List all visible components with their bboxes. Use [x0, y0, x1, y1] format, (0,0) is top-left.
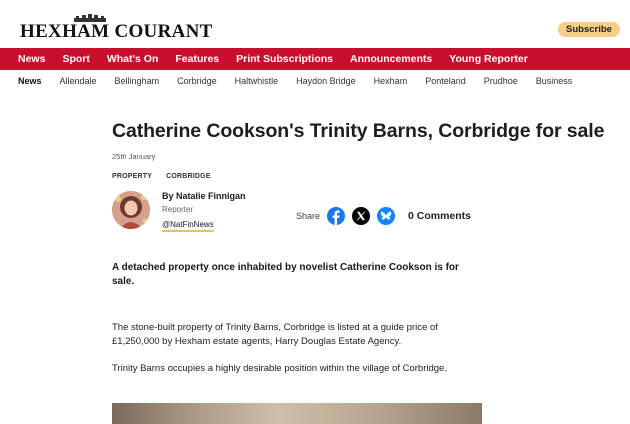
share-label: Share — [296, 211, 321, 221]
author-name[interactable]: By Natalie Finnigan — [162, 191, 246, 201]
article-standfirst: A detached property once inhabited by no… — [112, 262, 459, 287]
article-headline: Catherine Cookson's Trinity Barns, Corbr… — [112, 120, 605, 142]
article-image — [112, 403, 482, 424]
author-photo-icon — [112, 191, 150, 229]
nav-item-sport[interactable]: Sport — [62, 53, 89, 65]
nav-item-whats-on[interactable]: What's On — [107, 53, 159, 65]
nav-item-news[interactable]: News — [18, 53, 45, 65]
author-role: Reporter — [162, 205, 194, 214]
subnav-item-hexham[interactable]: Hexham — [374, 76, 408, 86]
subnav-item-business[interactable]: Business — [536, 76, 573, 86]
tag-property[interactable]: PROPERTY — [112, 173, 152, 180]
main-nav: News Sport What's On Features Print Subs… — [0, 48, 630, 70]
nav-item-announcements[interactable]: Announcements — [350, 53, 432, 65]
x-share-icon[interactable] — [352, 207, 370, 225]
author-twitter-handle[interactable]: @NatFinNews — [162, 220, 214, 232]
masthead-title: HEXHAM COURANT — [20, 21, 213, 42]
site-header: HEXHAM COURANT Subscribe — [0, 0, 630, 47]
facebook-share-icon[interactable] — [327, 207, 345, 225]
sub-nav: News Allendale Bellingham Corbridge Halt… — [0, 70, 630, 92]
tag-corbridge[interactable]: CORBRIDGE — [166, 173, 211, 180]
subnav-item-haltwhistle[interactable]: Haltwhistle — [235, 76, 279, 86]
subnav-item-corbridge[interactable]: Corbridge — [177, 76, 217, 86]
article-paragraph: Trinity Barns occupies a highly desirabl… — [112, 363, 447, 374]
subnav-item-prudhoe[interactable]: Prudhoe — [484, 76, 518, 86]
subnav-item-news[interactable]: News — [18, 76, 42, 86]
article-tags: PROPERTY CORBRIDGE — [112, 173, 225, 180]
article-paragraph: The stone-built property of Trinity Barn… — [112, 322, 438, 347]
nav-item-features[interactable]: Features — [175, 53, 219, 65]
subnav-item-haydon-bridge[interactable]: Haydon Bridge — [296, 76, 356, 86]
subnav-item-ponteland[interactable]: Ponteland — [425, 76, 466, 86]
subscribe-button[interactable]: Subscribe — [558, 22, 620, 37]
comments-link[interactable]: 0 Comments — [408, 210, 471, 222]
nav-item-print-subscriptions[interactable]: Print Subscriptions — [236, 53, 333, 65]
author-block: By Natalie Finnigan Reporter @NatFinNews — [162, 191, 246, 232]
article-date: 25th January — [112, 152, 156, 161]
subnav-item-allendale[interactable]: Allendale — [60, 76, 97, 86]
subnav-item-bellingham[interactable]: Bellingham — [115, 76, 160, 86]
author-avatar[interactable] — [112, 191, 150, 229]
bluesky-share-icon[interactable] — [377, 207, 395, 225]
nav-item-young-reporter[interactable]: Young Reporter — [449, 53, 528, 65]
